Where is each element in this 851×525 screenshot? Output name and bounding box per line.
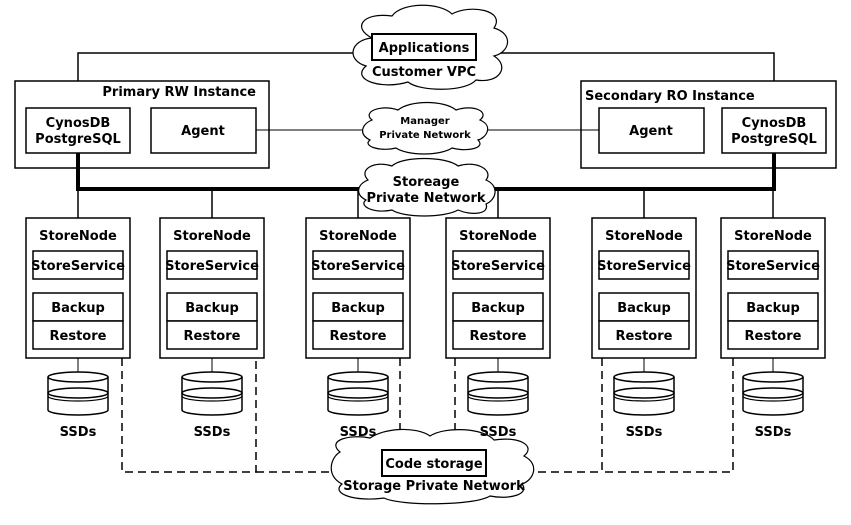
backup-label: Backup xyxy=(51,301,105,316)
ssd-disk-icon xyxy=(327,371,389,416)
restore-label: Restore xyxy=(50,329,107,344)
primary-db-line1: CynosDB xyxy=(46,116,111,131)
store-node-title: StoreNode xyxy=(319,229,397,244)
restore-label: Restore xyxy=(616,329,673,344)
store-service-label: StoreService xyxy=(311,259,405,274)
store-node-title: StoreNode xyxy=(459,229,537,244)
store-node: StoreNode StoreService Backup Restore SSDs xyxy=(159,217,265,440)
store-node-title: StoreNode xyxy=(39,229,117,244)
primary-rw-instance: Primary RW Instance CynosDB PostgreSQL A… xyxy=(14,80,270,169)
restore-label: Restore xyxy=(745,329,802,344)
store-service-label: StoreService xyxy=(726,259,820,274)
ssd-label: SSDs xyxy=(340,425,377,440)
store-node: StoreNode StoreService Backup Restore SSDs xyxy=(591,217,697,440)
backup-label: Backup xyxy=(617,301,671,316)
store-nodes: StoreNodeStoreServiceBackupRestoreSSDsSt… xyxy=(25,217,826,440)
manager-network-line2: Private Network xyxy=(379,130,471,141)
store-service-label: StoreService xyxy=(165,259,259,274)
backup-label: Backup xyxy=(185,301,239,316)
architecture-diagram: Applications Customer VPC Primary RW Ins… xyxy=(14,4,837,505)
manager-network-cloud: Manager Private Network xyxy=(362,101,489,155)
secondary-agent-label: Agent xyxy=(629,124,673,139)
store-node: StoreNode StoreService Backup Restore SSDs xyxy=(720,217,826,440)
backup-label: Backup xyxy=(471,301,525,316)
secondary-instance-title: Secondary RO Instance xyxy=(585,89,755,104)
store-service-label: StoreService xyxy=(451,259,545,274)
ssd-disk-icon xyxy=(467,371,529,416)
secondary-ro-instance: Secondary RO Instance Agent CynosDB Post… xyxy=(580,80,837,169)
ssd-disk-icon xyxy=(742,371,804,416)
ssd-disk-icon xyxy=(181,371,243,416)
applications-label: Applications xyxy=(379,41,470,56)
manager-network-line1: Manager xyxy=(400,116,450,127)
ssd-label: SSDs xyxy=(480,425,517,440)
secondary-db-line2: PostgreSQL xyxy=(731,132,817,147)
code-storage-label: Code storage xyxy=(385,457,482,472)
ssd-disk-icon xyxy=(47,371,109,416)
store-node-title: StoreNode xyxy=(173,229,251,244)
primary-db-line2: PostgreSQL xyxy=(35,132,121,147)
primary-agent-label: Agent xyxy=(181,124,225,139)
ssd-disk-icon xyxy=(613,371,675,416)
backup-label: Backup xyxy=(746,301,800,316)
storage-network-line1: Storeage xyxy=(393,175,460,190)
code-storage-network-label: Storage Private Network xyxy=(343,479,525,494)
store-service-label: StoreService xyxy=(597,259,691,274)
backup-label: Backup xyxy=(331,301,385,316)
storage-network-cloud: Storeage Private Network xyxy=(358,157,496,217)
restore-label: Restore xyxy=(184,329,241,344)
store-node: StoreNode StoreService Backup Restore SSDs xyxy=(445,217,551,440)
primary-instance-title: Primary RW Instance xyxy=(102,85,256,100)
restore-label: Restore xyxy=(330,329,387,344)
ssd-label: SSDs xyxy=(755,425,792,440)
storage-network-line2: Private Network xyxy=(366,191,485,206)
code-storage-cloud: Code storage Storage Private Network xyxy=(330,428,535,505)
ssd-label: SSDs xyxy=(60,425,97,440)
ssd-label: SSDs xyxy=(194,425,231,440)
store-node-title: StoreNode xyxy=(605,229,683,244)
customer-vpc-cloud: Applications Customer VPC xyxy=(352,4,509,90)
store-node: StoreNode StoreService Backup Restore SSDs xyxy=(25,217,131,440)
restore-label: Restore xyxy=(470,329,527,344)
store-service-label: StoreService xyxy=(31,259,125,274)
customer-vpc-label: Customer VPC xyxy=(372,65,476,80)
store-node: StoreNode StoreService Backup Restore SSDs xyxy=(305,217,411,440)
secondary-db-line1: CynosDB xyxy=(742,116,807,131)
ssd-label: SSDs xyxy=(626,425,663,440)
store-node-title: StoreNode xyxy=(734,229,812,244)
